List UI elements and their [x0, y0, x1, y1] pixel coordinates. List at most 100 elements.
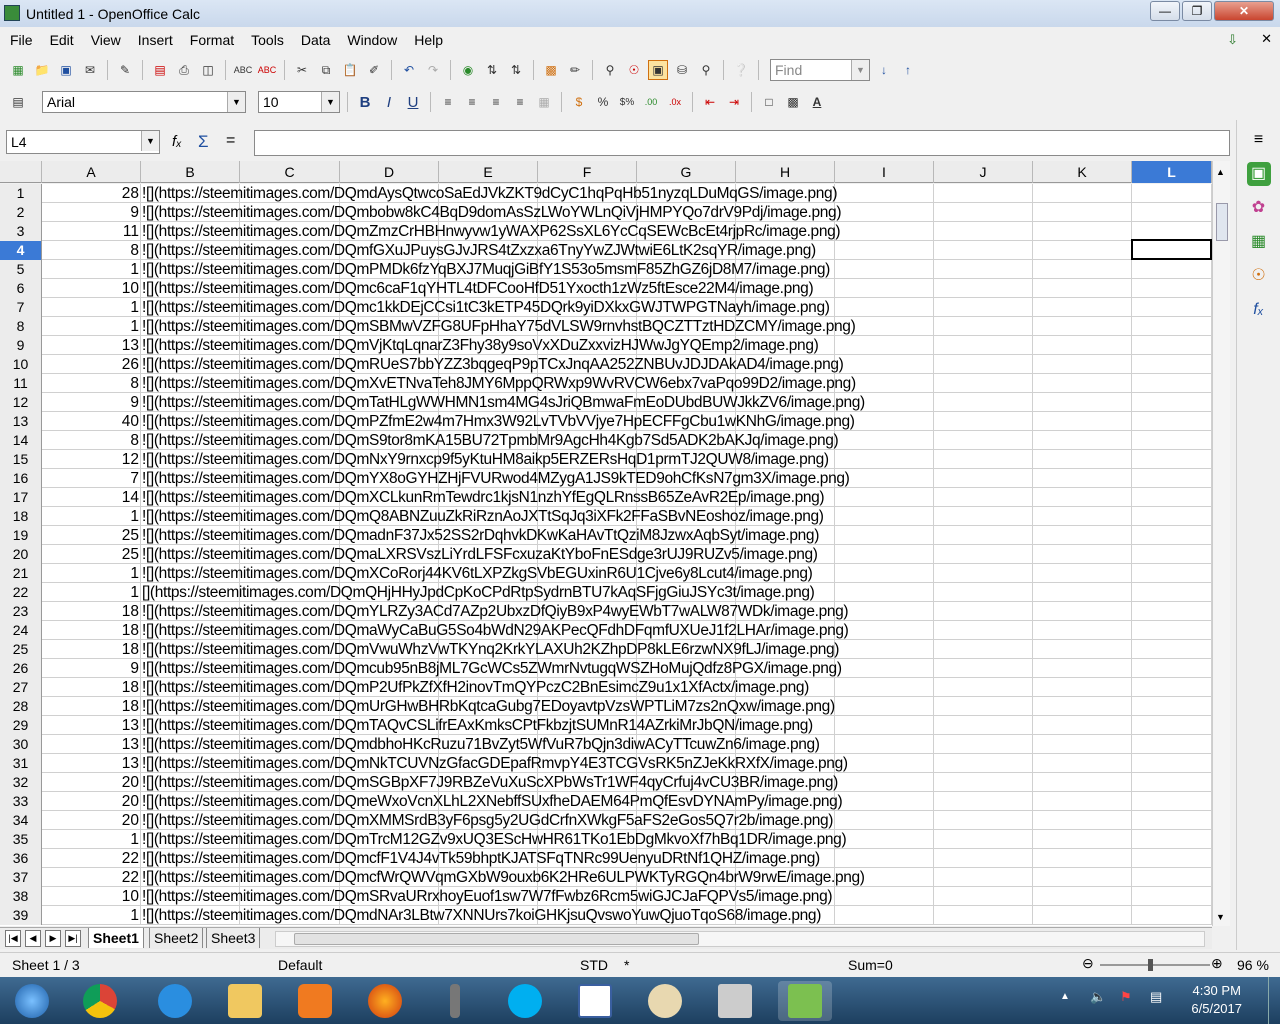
row-header[interactable]: 39	[0, 906, 42, 925]
cell-l26[interactable]	[1132, 659, 1212, 678]
row-header[interactable]: 24	[0, 621, 42, 640]
cell-b-value[interactable]: ![](https://steemitimages.com/DQmTAQvCSL…	[142, 716, 813, 735]
cell-a-value[interactable]: 7	[42, 469, 141, 488]
row-header[interactable]: 25	[0, 640, 42, 659]
spreadsheet-grid[interactable]: 1 28 ![](https://steemitimages.com/DQmdAys…	[0, 184, 1212, 926]
cell-a-value[interactable]: 8	[42, 431, 141, 450]
email-icon[interactable]: ✉	[80, 60, 100, 80]
cell-i2[interactable]	[835, 203, 934, 222]
row-header[interactable]: 19	[0, 526, 42, 545]
cell-k8[interactable]	[1033, 317, 1132, 336]
cell-i1[interactable]	[835, 184, 934, 203]
cell-j7[interactable]	[934, 298, 1033, 317]
cell-i25[interactable]	[835, 640, 934, 659]
cell-l18[interactable]	[1132, 507, 1212, 526]
spellcheck-icon[interactable]: ABC	[233, 60, 253, 80]
cell-b-value[interactable]: ![](https://steemitimages.com/DQmSBMwVZF…	[142, 317, 856, 336]
row-header[interactable]: 2	[0, 203, 42, 222]
cell-k39[interactable]	[1033, 906, 1132, 925]
cell-k12[interactable]	[1033, 393, 1132, 412]
row-header[interactable]: 23	[0, 602, 42, 621]
column-header-h[interactable]: H	[736, 161, 835, 183]
sort-descending-icon[interactable]: ⇅	[506, 60, 526, 80]
function-wizard-icon[interactable]: fₓ	[172, 133, 182, 150]
cell-l13[interactable]	[1132, 412, 1212, 431]
cell-l15[interactable]	[1132, 450, 1212, 469]
cell-j17[interactable]	[934, 488, 1033, 507]
find-replace-icon[interactable]: ⚲	[600, 60, 620, 80]
cell-j36[interactable]	[934, 849, 1033, 868]
clock[interactable]: 4:30 PM 6/5/2017	[1191, 982, 1242, 1018]
cell-b-value[interactable]: ![](https://steemitimages.com/DQmTrcM12G…	[142, 830, 847, 849]
cell-b-value[interactable]: ![](https://steemitimages.com/DQmcfF1V4J…	[142, 849, 820, 868]
styles-formatting-icon[interactable]: ✿	[1247, 196, 1271, 220]
cell-b-value[interactable]: ![](https://steemitimages.com/DQmbobw8kC…	[142, 203, 841, 222]
cell-b-value[interactable]: ![](https://steemitimages.com/DQmYX8oGYH…	[142, 469, 850, 488]
cell-b-value[interactable]: ![](https://steemitimages.com/DQmXvETNva…	[142, 374, 856, 393]
cell-b-value[interactable]: ![](https://steemitimages.com/DQmXCoRorj…	[142, 564, 813, 583]
cell-a-value[interactable]: 13	[42, 754, 141, 773]
cell-a-value[interactable]: 1	[42, 507, 141, 526]
name-box[interactable]: L4 ▼	[6, 130, 160, 154]
cell-l1[interactable]	[1132, 184, 1212, 203]
export-pdf-icon[interactable]: ▤	[150, 60, 170, 80]
row-header[interactable]: 12	[0, 393, 42, 412]
cell-l11[interactable]	[1132, 374, 1212, 393]
first-sheet-button[interactable]: |◀	[5, 930, 21, 947]
next-sheet-button[interactable]: ▶	[45, 930, 61, 947]
row-header[interactable]: 34	[0, 811, 42, 830]
cell-b-value[interactable]: ![](https://steemitimages.com/DQmTatHLgW…	[142, 393, 865, 412]
add-decimal-icon[interactable]: .00	[641, 92, 661, 112]
cell-l35[interactable]	[1132, 830, 1212, 849]
cell-i3[interactable]	[835, 222, 934, 241]
cell-k27[interactable]	[1033, 678, 1132, 697]
column-header-e[interactable]: E	[439, 161, 538, 183]
column-header-k[interactable]: K	[1033, 161, 1132, 183]
cell-k13[interactable]	[1033, 412, 1132, 431]
copy-icon[interactable]: ⧉	[316, 60, 336, 80]
zoom-in-icon[interactable]: ⊕	[1211, 955, 1223, 972]
cell-l8[interactable]	[1132, 317, 1212, 336]
cell-i23[interactable]	[835, 602, 934, 621]
cell-j2[interactable]	[934, 203, 1033, 222]
row-header[interactable]: 35	[0, 830, 42, 849]
cell-j35[interactable]	[934, 830, 1033, 849]
calendar-icon[interactable]	[568, 981, 622, 1021]
tray-expand-icon[interactable]: ▲	[1060, 991, 1070, 1002]
cell-k6[interactable]	[1033, 279, 1132, 298]
redo-icon[interactable]: ↷	[423, 60, 443, 80]
cell-k30[interactable]	[1033, 735, 1132, 754]
action-center-icon[interactable]: ⚑	[1120, 989, 1132, 1005]
cell-i33[interactable]	[835, 792, 934, 811]
menu-view[interactable]: View	[85, 28, 127, 52]
cell-i9[interactable]	[835, 336, 934, 355]
column-header-c[interactable]: C	[240, 161, 340, 183]
cell-b-value[interactable]: ![](https://steemitimages.com/DQmQ8ABNZu…	[142, 507, 824, 526]
cell-a-value[interactable]: 1	[42, 830, 141, 849]
cell-b-value[interactable]: ![](https://steemitimages.com/DQmaWyCaBu…	[142, 621, 849, 640]
cell-i14[interactable]	[835, 431, 934, 450]
cell-l12[interactable]	[1132, 393, 1212, 412]
cell-i10[interactable]	[835, 355, 934, 374]
cell-a-value[interactable]: 1	[42, 906, 141, 925]
row-header[interactable]: 11	[0, 374, 42, 393]
cell-a-value[interactable]: 11	[42, 222, 141, 241]
documents-icon[interactable]	[708, 981, 762, 1021]
cell-l37[interactable]	[1132, 868, 1212, 887]
skype-icon[interactable]	[498, 981, 552, 1021]
row-header[interactable]: 3	[0, 222, 42, 241]
show-desktop-button[interactable]	[1268, 977, 1280, 1024]
cell-a-value[interactable]: 8	[42, 241, 141, 260]
hyperlink-icon[interactable]: ◉	[458, 60, 478, 80]
cell-i39[interactable]	[835, 906, 934, 925]
cell-k1[interactable]	[1033, 184, 1132, 203]
cell-j13[interactable]	[934, 412, 1033, 431]
cell-a-value[interactable]: 22	[42, 868, 141, 887]
column-header-b[interactable]: B	[141, 161, 240, 183]
start-button[interactable]	[5, 981, 59, 1021]
cell-k31[interactable]	[1033, 754, 1132, 773]
sum-icon[interactable]: Σ	[198, 132, 209, 152]
row-header[interactable]: 8	[0, 317, 42, 336]
cell-l22[interactable]	[1132, 583, 1212, 602]
row-header[interactable]: 4	[0, 241, 42, 260]
